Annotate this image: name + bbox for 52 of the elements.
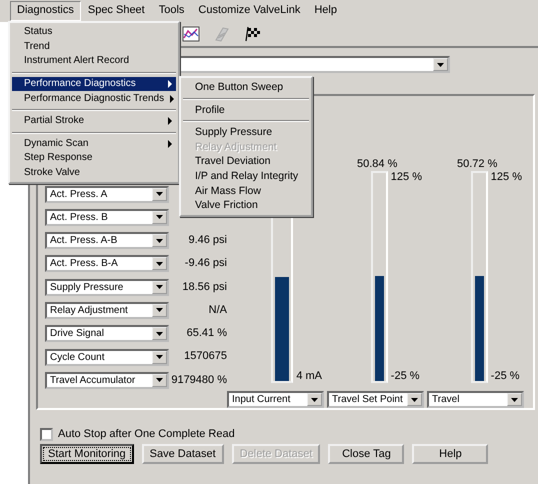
parameter-dropdown[interactable]: Act. Press. A — [45, 186, 169, 202]
reading-value: 65.41 % — [186, 327, 227, 340]
menu-item[interactable]: Profile — [183, 102, 309, 118]
menu-item[interactable]: Air Mass Flow — [183, 184, 309, 198]
scale-max-label: 125 % — [490, 171, 522, 184]
dialog-button[interactable]: Close Tag — [328, 444, 404, 464]
checkbox-label: Auto Stop after One Complete Read — [58, 428, 235, 442]
dialog-button[interactable]: Help — [412, 444, 488, 464]
menu-item[interactable]: Step Response — [12, 151, 176, 166]
reading-value: 9.46 psi — [187, 234, 227, 248]
menu-item[interactable]: Stroke Valve — [12, 166, 176, 180]
menu-item[interactable]: Status — [12, 25, 176, 40]
scale-max-label: 125 % — [390, 171, 422, 184]
reading-value: 1570675 — [183, 350, 227, 364]
variable-dropdown[interactable]: Travel Set Point — [327, 391, 424, 408]
dialog-button[interactable]: Start Monitoring — [40, 444, 134, 464]
menu-item[interactable]: Performance Diagnostic Trends — [12, 91, 176, 106]
menu-item[interactable]: Instrument Alert Record — [12, 54, 176, 69]
variable-dropdown[interactable]: Travel — [427, 391, 524, 408]
parameter-dropdown[interactable]: Cycle Count — [45, 348, 169, 366]
menu-item[interactable]: Tools — [152, 1, 192, 21]
reading-value: 50.84 % — [357, 158, 398, 170]
menu-item[interactable]: Diagnostics — [10, 1, 81, 21]
menu-item[interactable]: Spec Sheet — [80, 1, 152, 21]
parameter-dropdown[interactable]: Act. Press. A-B — [45, 232, 169, 250]
menu-item[interactable]: Trend — [12, 40, 176, 54]
parameter-dropdown[interactable]: Act. Press. B-A — [45, 255, 169, 272]
reading-value: 9179480 % — [170, 374, 227, 387]
parameter-dropdown[interactable]: Drive Signal — [45, 325, 169, 342]
reading-value: 50.72 % — [457, 158, 498, 170]
menu-item[interactable]: Partial Stroke — [12, 114, 176, 129]
scale-min-label: 4 mA — [296, 370, 322, 383]
parameter-dropdown[interactable]: Relay Adjustment — [45, 302, 169, 319]
menu-item[interactable]: Supply Pressure — [183, 125, 309, 140]
menu-item[interactable]: One Button Sweep — [183, 80, 309, 95]
reading-value: -9.46 psi — [184, 257, 227, 270]
menu-item[interactable]: Help — [307, 1, 344, 21]
parameter-dropdown[interactable]: Travel Accumulator — [45, 372, 169, 389]
reading-value: 18.56 psi — [181, 280, 227, 294]
reading-value: N/A — [208, 304, 227, 318]
menu-item[interactable]: Dynamic Scan — [12, 136, 176, 152]
menu-item[interactable]: Travel Deviation — [183, 154, 309, 169]
variable-dropdown[interactable]: Input Current — [227, 391, 324, 408]
menu-item[interactable]: Performance Diagnostics — [12, 76, 176, 92]
menu-item[interactable]: I/P and Relay Integrity — [183, 168, 309, 184]
menu-item[interactable]: Valve Friction — [183, 198, 309, 213]
scale-min-label: -25 % — [390, 370, 421, 384]
dialog-button[interactable]: Save Dataset — [142, 444, 224, 464]
scale-min-label: -25 % — [490, 370, 521, 384]
parameter-dropdown[interactable]: Act. Press. B — [45, 208, 169, 226]
parameter-dropdown[interactable]: Supply Pressure — [45, 278, 169, 296]
menu-item[interactable]: Customize ValveLink — [191, 1, 308, 21]
